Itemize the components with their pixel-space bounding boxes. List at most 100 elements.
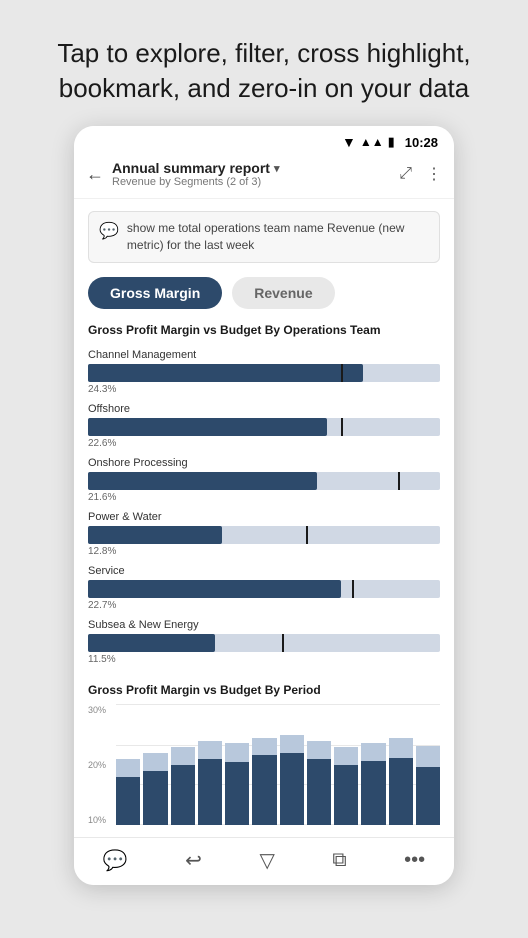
v-bar-dark <box>116 777 140 825</box>
v-bar-group <box>252 705 276 825</box>
bar-row: Onshore Processing 21.6% <box>88 457 440 503</box>
bar-label: Service <box>88 565 440 577</box>
more-icon[interactable]: ⋮ <box>426 164 442 184</box>
v-axis-label: 30% <box>88 705 106 715</box>
bar-value: 22.6% <box>88 438 440 449</box>
bar-track <box>88 472 440 490</box>
report-main-title: Annual summary report ▾ <box>112 160 399 176</box>
v-bar-dark <box>280 753 304 825</box>
v-bar-group <box>171 705 195 825</box>
nav-bookmark-icon[interactable]: ⧉ <box>332 849 346 872</box>
bar-fill <box>88 472 317 490</box>
v-bar-group <box>361 705 385 825</box>
bar-track <box>88 418 440 436</box>
bar-row: Offshore 22.6% <box>88 403 440 449</box>
v-bar-group <box>389 705 413 825</box>
search-chat-icon: 💬 <box>99 221 119 241</box>
v-bar-dark <box>307 759 331 825</box>
v-bar-group <box>116 705 140 825</box>
v-bar-light <box>307 741 331 825</box>
v-bar-dark <box>389 758 413 825</box>
bar-fill <box>88 580 341 598</box>
v-chart-title: Gross Profit Margin vs Budget By Period <box>88 683 440 697</box>
v-axis-labels: 30% 20% 10% <box>88 705 106 825</box>
bar-track <box>88 364 440 382</box>
status-bar: ▼ ▲▲ ▮ 10:28 <box>74 126 454 154</box>
bar-track <box>88 526 440 544</box>
v-bar-light <box>252 738 276 824</box>
bar-marker <box>282 634 284 652</box>
vertical-chart: Gross Profit Margin vs Budget By Period … <box>88 683 440 825</box>
bar-fill <box>88 418 327 436</box>
bar-marker <box>398 472 400 490</box>
v-bar-light <box>416 746 440 825</box>
v-bar-dark <box>143 771 167 825</box>
status-time: 10:28 <box>405 135 438 150</box>
v-bar-group <box>416 705 440 825</box>
v-bar-dark <box>198 759 222 825</box>
bar-label: Power & Water <box>88 511 440 523</box>
search-query-text: show me total operations team name Reven… <box>127 220 429 254</box>
v-axis-label: 20% <box>88 760 106 770</box>
bar-value: 21.6% <box>88 492 440 503</box>
v-bar-group <box>143 705 167 825</box>
v-bar-dark <box>334 765 358 825</box>
expand-icon[interactable]: ⤢ <box>399 165 412 183</box>
v-axis-label: 10% <box>88 815 106 825</box>
bar-value: 24.3% <box>88 384 440 395</box>
wifi-icon: ▼ <box>342 134 356 150</box>
v-chart-area: 30% 20% 10% <box>88 705 440 825</box>
status-icons: ▼ ▲▲ ▮ 10:28 <box>342 134 438 150</box>
v-bar-light <box>116 759 140 825</box>
report-title-area: Annual summary report ▾ Revenue by Segme… <box>112 160 399 188</box>
top-bar-actions: ⤢ ⋮ <box>399 164 442 184</box>
v-bar-light <box>171 747 195 825</box>
bar-label: Channel Management <box>88 349 440 361</box>
v-bar-light <box>225 743 249 825</box>
v-bar-dark <box>171 765 195 825</box>
nav-filter-icon[interactable]: ▽ <box>259 848 274 873</box>
v-bar-group <box>198 705 222 825</box>
phone-frame: ▼ ▲▲ ▮ 10:28 ← Annual summary report ▾ R… <box>74 126 454 885</box>
bar-row: Channel Management 24.3% <box>88 349 440 395</box>
nav-more-icon[interactable]: ••• <box>404 849 425 872</box>
back-button[interactable]: ← <box>86 164 104 185</box>
bar-value: 12.8% <box>88 546 440 557</box>
bar-fill <box>88 364 363 382</box>
nav-chat-icon[interactable]: 💬 <box>103 848 128 873</box>
bar-label: Subsea & New Energy <box>88 619 440 631</box>
tab-gross-margin[interactable]: Gross Margin <box>88 277 222 309</box>
report-subtitle: Revenue by Segments (2 of 3) <box>112 176 399 188</box>
tab-revenue[interactable]: Revenue <box>232 277 334 309</box>
nav-back-icon[interactable]: ↩ <box>185 848 202 873</box>
title-chevron-icon[interactable]: ▾ <box>274 162 280 175</box>
bar-label: Offshore <box>88 403 440 415</box>
bar-chart-title: Gross Profit Margin vs Budget By Operati… <box>88 323 440 337</box>
v-bar-dark <box>225 762 249 824</box>
bar-track <box>88 580 440 598</box>
bar-row: Power & Water 12.8% <box>88 511 440 557</box>
bar-marker <box>306 526 308 544</box>
bar-row: Subsea & New Energy 11.5% <box>88 619 440 665</box>
hero-text: Tap to explore, filter, cross highlight,… <box>0 0 528 126</box>
v-bar-light <box>361 743 385 825</box>
bar-rows-container: Channel Management 24.3% Offshore 22.6% … <box>88 349 440 665</box>
v-bar-light <box>198 741 222 825</box>
search-bar[interactable]: 💬 show me total operations team name Rev… <box>88 211 440 263</box>
top-bar: ← Annual summary report ▾ Revenue by Seg… <box>74 154 454 199</box>
report-title-text: Annual summary report <box>112 160 270 176</box>
bar-track <box>88 634 440 652</box>
v-bar-dark <box>416 767 440 825</box>
bar-label: Onshore Processing <box>88 457 440 469</box>
v-bar-dark <box>361 761 385 825</box>
tab-row: Gross Margin Revenue <box>88 277 440 309</box>
v-bar-group <box>307 705 331 825</box>
v-bar-light <box>280 735 304 825</box>
v-bar-light <box>143 753 167 825</box>
bar-fill <box>88 634 215 652</box>
bottom-nav: 💬 ↩ ▽ ⧉ ••• <box>74 837 454 885</box>
v-bar-group <box>334 705 358 825</box>
bar-value: 22.7% <box>88 600 440 611</box>
battery-icon: ▮ <box>388 134 395 150</box>
v-bars-container <box>116 705 440 825</box>
